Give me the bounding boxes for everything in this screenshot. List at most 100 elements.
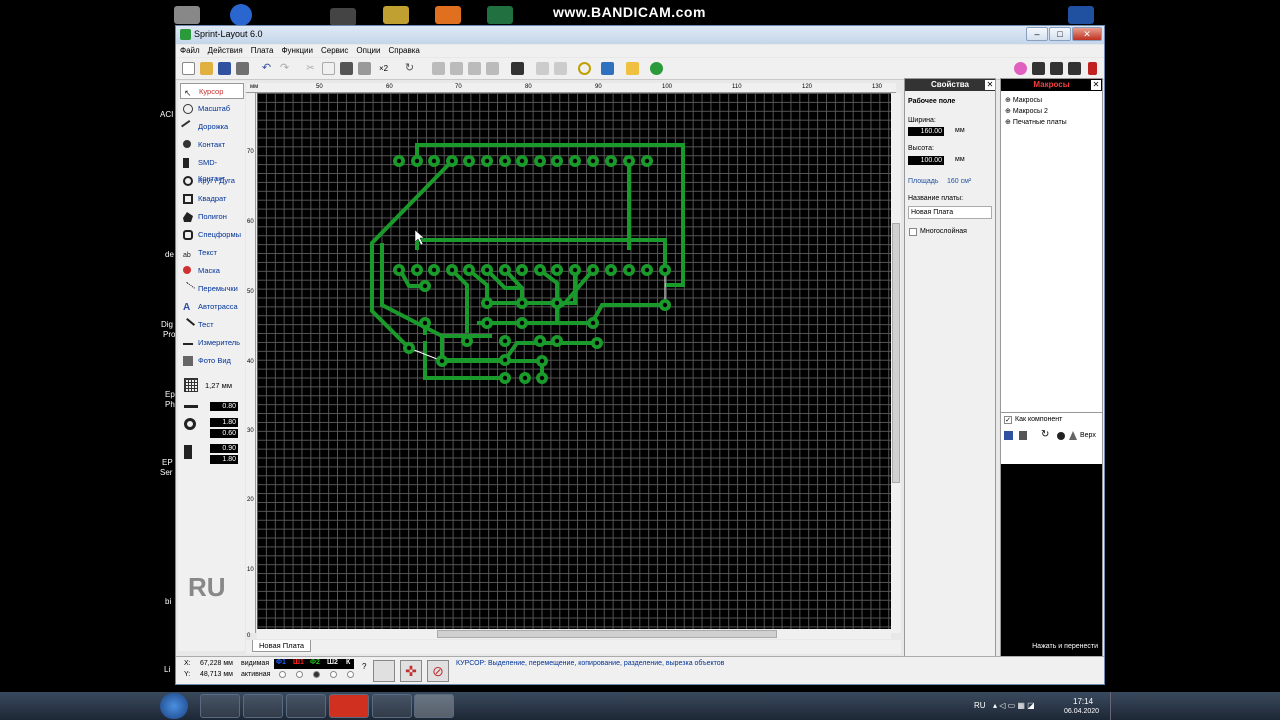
- layer-s1[interactable]: Ш1: [293, 659, 304, 666]
- taskbar-media[interactable]: [286, 694, 326, 718]
- width-field[interactable]: 160.00: [908, 127, 944, 136]
- tool-text[interactable]: ab Текст: [180, 245, 244, 261]
- tab-new-board[interactable]: Новая Плата: [252, 640, 312, 652]
- pcb-canvas[interactable]: [257, 93, 891, 629]
- refresh-icon[interactable]: ↻: [1041, 429, 1049, 440]
- track[interactable]: [538, 268, 559, 323]
- taskbar-bandicam[interactable]: [329, 694, 369, 718]
- save-icon[interactable]: [1004, 431, 1013, 440]
- undo-icon[interactable]: ↶: [260, 62, 273, 75]
- menu-board[interactable]: Плата: [247, 45, 278, 57]
- active-layer-radio[interactable]: [296, 671, 303, 678]
- layer-icon[interactable]: [1032, 62, 1045, 75]
- tool-circle[interactable]: Круг / Дуга: [180, 173, 244, 189]
- tray-icons[interactable]: ▴ ◁ ▭ ▦ ◪: [993, 701, 1035, 710]
- exit-icon[interactable]: [1088, 62, 1097, 75]
- track[interactable]: [450, 268, 469, 333]
- app-icon[interactable]: [383, 6, 409, 24]
- menu-help[interactable]: Справка: [384, 45, 423, 57]
- taskbar-explorer[interactable]: [200, 694, 240, 718]
- excel-icon[interactable]: [487, 6, 513, 24]
- component-icon[interactable]: [650, 62, 663, 75]
- menu-functions[interactable]: Функции: [277, 45, 317, 57]
- tool-polygon[interactable]: Полигон: [180, 209, 244, 225]
- zoom-icon[interactable]: [578, 62, 591, 75]
- tool-special[interactable]: Спецформы: [180, 227, 244, 243]
- layer-icon[interactable]: [1069, 431, 1077, 440]
- horizontal-scrollbar[interactable]: [257, 629, 891, 639]
- close-button[interactable]: ✕: [1072, 27, 1102, 41]
- pad-inner-field[interactable]: 0.60: [210, 429, 238, 438]
- app-icon[interactable]: [330, 8, 356, 26]
- side-label[interactable]: Верх: [1080, 432, 1096, 439]
- new-icon[interactable]: [182, 62, 195, 75]
- clock-time[interactable]: 17:14: [1073, 697, 1093, 706]
- layer-icon[interactable]: [1068, 62, 1081, 75]
- save-icon[interactable]: [218, 62, 231, 75]
- menu-actions[interactable]: Действия: [204, 45, 247, 57]
- track[interactable]: [415, 143, 685, 287]
- as-component-checkbox[interactable]: ✓: [1004, 416, 1012, 424]
- mirror-v-icon[interactable]: [450, 62, 463, 75]
- photo-icon[interactable]: [626, 62, 639, 75]
- active-layer-radio[interactable]: [330, 671, 337, 678]
- cut-icon[interactable]: ✂: [304, 62, 317, 75]
- tool-cursor[interactable]: ↖ Курсор: [180, 83, 244, 99]
- blender-icon[interactable]: [435, 6, 461, 24]
- tool-autoroute[interactable]: A Автотрасса: [180, 299, 244, 315]
- track[interactable]: [380, 243, 492, 338]
- track[interactable]: [503, 341, 597, 362]
- expand-icon[interactable]: ⊕: [1005, 108, 1013, 115]
- tree-item[interactable]: ⊕ Макросы 2: [1005, 107, 1048, 115]
- connections-icon[interactable]: [373, 660, 395, 682]
- active-layer-radio[interactable]: [313, 671, 320, 678]
- menu-service[interactable]: Сервис: [317, 45, 352, 57]
- expand-icon[interactable]: ⊕: [1005, 119, 1013, 126]
- expand-icon[interactable]: ⊕: [1005, 97, 1013, 104]
- tree-item[interactable]: ⊕ Макросы: [1005, 96, 1042, 104]
- active-layer-radio[interactable]: [279, 671, 286, 678]
- delete-icon[interactable]: [1019, 431, 1027, 440]
- grid-size[interactable]: 1,27 мм: [205, 381, 232, 390]
- tool-test[interactable]: Тест: [180, 317, 244, 333]
- unlock-icon[interactable]: [554, 62, 567, 75]
- layer-k[interactable]: К: [346, 659, 350, 666]
- duplicate-button[interactable]: ×2: [379, 62, 395, 75]
- active-layer-radio[interactable]: [347, 671, 354, 678]
- tool-photo-view[interactable]: Фото Вид: [180, 353, 244, 369]
- word-icon[interactable]: [1068, 6, 1094, 24]
- tool-pad[interactable]: Контакт: [180, 137, 244, 153]
- vertical-scrollbar[interactable]: [891, 93, 901, 633]
- minimize-button[interactable]: –: [1026, 27, 1048, 41]
- layer-f2[interactable]: Ф2: [310, 659, 320, 666]
- menu-file[interactable]: Файл: [176, 45, 204, 57]
- mirror-h-icon[interactable]: [432, 62, 445, 75]
- macro-preview[interactable]: [1001, 464, 1102, 657]
- align-icon[interactable]: [468, 62, 481, 75]
- tool-measure[interactable]: Измеритель: [180, 335, 244, 351]
- color-icon[interactable]: [1014, 62, 1027, 75]
- smd-height-field[interactable]: 1.80: [210, 455, 238, 464]
- track[interactable]: [477, 303, 665, 325]
- crosshair-icon[interactable]: ✜: [400, 660, 422, 682]
- maximize-button[interactable]: □: [1049, 27, 1071, 41]
- scroll-thumb[interactable]: [892, 223, 900, 483]
- track[interactable]: [440, 336, 505, 362]
- fit-icon[interactable]: [601, 62, 614, 75]
- scroll-thumb[interactable]: [437, 630, 777, 638]
- help-icon[interactable]: ?: [362, 662, 366, 671]
- language-indicator[interactable]: RU: [974, 701, 986, 710]
- grid-icon[interactable]: [184, 378, 198, 392]
- close-icon[interactable]: ✕: [985, 80, 995, 90]
- lock-icon[interactable]: [536, 62, 549, 75]
- copy-icon[interactable]: [322, 62, 335, 75]
- tool-track[interactable]: Дорожка: [180, 119, 244, 135]
- multilayer-checkbox[interactable]: [909, 228, 917, 236]
- start-button[interactable]: [160, 693, 188, 719]
- close-icon[interactable]: ✕: [1091, 80, 1101, 90]
- help-icon[interactable]: [230, 4, 252, 26]
- layer-f1[interactable]: Ф1: [276, 659, 286, 666]
- clock-date[interactable]: 06.04.2020: [1064, 708, 1099, 715]
- rotate-icon[interactable]: ↻: [403, 62, 416, 75]
- tool-jumper[interactable]: Перемычки: [180, 281, 244, 297]
